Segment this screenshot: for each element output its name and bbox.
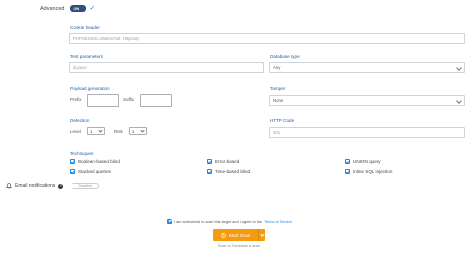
start-scan-label: Start Scan [228, 232, 251, 238]
checkbox-checked-icon[interactable] [345, 159, 350, 164]
technique-inline-sql[interactable]: Inline SQL injection [345, 169, 392, 174]
start-scan-main[interactable]: Start Scan [213, 229, 258, 241]
schedule-text: Scan or Schedule a scan [217, 244, 261, 248]
technique-stacked-queries[interactable]: Stacked queries [70, 169, 111, 174]
level-select[interactable]: 1 [87, 127, 105, 135]
technique-time-based-blind[interactable]: Time-based blind [207, 169, 250, 174]
database-type-value: Any [273, 65, 281, 70]
technique-error-based[interactable]: Error-based [207, 159, 239, 164]
advanced-label: Advanced [40, 5, 65, 12]
bell-icon [6, 183, 12, 189]
advanced-row: Advanced ON ✓ [40, 5, 95, 12]
checkbox-checked-icon[interactable] [70, 159, 75, 164]
tamper-label: Tamper [270, 86, 286, 91]
checkbox-checked-icon[interactable] [207, 159, 212, 164]
payload-generation-label: Payload generation [70, 86, 110, 91]
level-label: Level [70, 129, 81, 134]
technique-union-query[interactable]: UNION query [345, 159, 381, 164]
chevron-down-icon [259, 231, 265, 237]
prefix-label: Prefix [70, 97, 82, 102]
cookie-header-input[interactable]: PHPSESSID=38afes7a8; HttpOnly [69, 33, 465, 44]
check-icon: ✓ [89, 5, 96, 12]
chevron-down-icon [98, 128, 103, 133]
chevron-down-icon [140, 128, 145, 133]
advanced-toggle[interactable]: ON [70, 5, 87, 12]
toggle-knob [70, 184, 75, 188]
tamper-value: None [273, 98, 284, 103]
email-notifications-toggle[interactable]: Disabled [70, 183, 100, 189]
start-scan-dropdown[interactable] [258, 229, 265, 241]
risk-value: 1 [132, 128, 135, 134]
authorization-row: I am authorized to scan this target and … [167, 219, 292, 224]
technique-label: Time-based blind [215, 169, 251, 174]
checkbox-checked-icon[interactable] [207, 169, 212, 174]
chevron-down-icon [456, 98, 462, 104]
technique-label: Inline SQL injection [353, 169, 393, 174]
database-type-select[interactable]: Any [269, 62, 465, 73]
authorization-text: I am authorized to scan this target and … [174, 219, 263, 224]
checkbox-checked-icon[interactable] [345, 169, 350, 174]
terms-of-service-link[interactable]: Terms of Service [264, 220, 292, 224]
level-value: 1 [90, 128, 93, 134]
cookie-header-label: Cookie header [70, 25, 100, 30]
risk-select[interactable]: 1 [129, 127, 147, 135]
http-code-input[interactable]: 401 [269, 127, 465, 138]
technique-label: UNION query [353, 159, 381, 164]
tamper-select[interactable]: None [269, 95, 465, 106]
database-type-label: Database type [270, 54, 300, 59]
technique-boolean-blind[interactable]: Boolean-based blind [70, 159, 120, 164]
suffix-label: Suffix [123, 97, 135, 102]
authorization-checkbox[interactable] [167, 219, 172, 224]
technique-label: Boolean-based blind [78, 159, 120, 164]
email-notifications-label: Email notifications [15, 183, 56, 189]
checkbox-checked-icon[interactable] [70, 169, 75, 174]
start-scan-button[interactable]: Start Scan [213, 229, 265, 241]
http-code-label: HTTP Code [270, 118, 295, 123]
help-icon[interactable]: ? [58, 183, 64, 189]
detection-label: Detection [70, 118, 90, 123]
email-notifications-row: Email notifications ? Disabled [6, 183, 100, 189]
chevron-down-icon [456, 65, 462, 71]
suffix-input[interactable] [140, 94, 172, 107]
technique-label: Stacked queries [78, 169, 111, 174]
test-parameters-label: Test parameters [70, 54, 103, 59]
techniques-label: Techniques [70, 151, 94, 156]
toggle-status: Disabled [78, 184, 93, 188]
technique-label: Error-based [215, 159, 240, 164]
risk-label: Risk [114, 129, 123, 134]
clock-icon [220, 232, 226, 238]
test-parameters-input[interactable]: id,pass [69, 62, 264, 73]
prefix-input[interactable] [87, 94, 119, 107]
